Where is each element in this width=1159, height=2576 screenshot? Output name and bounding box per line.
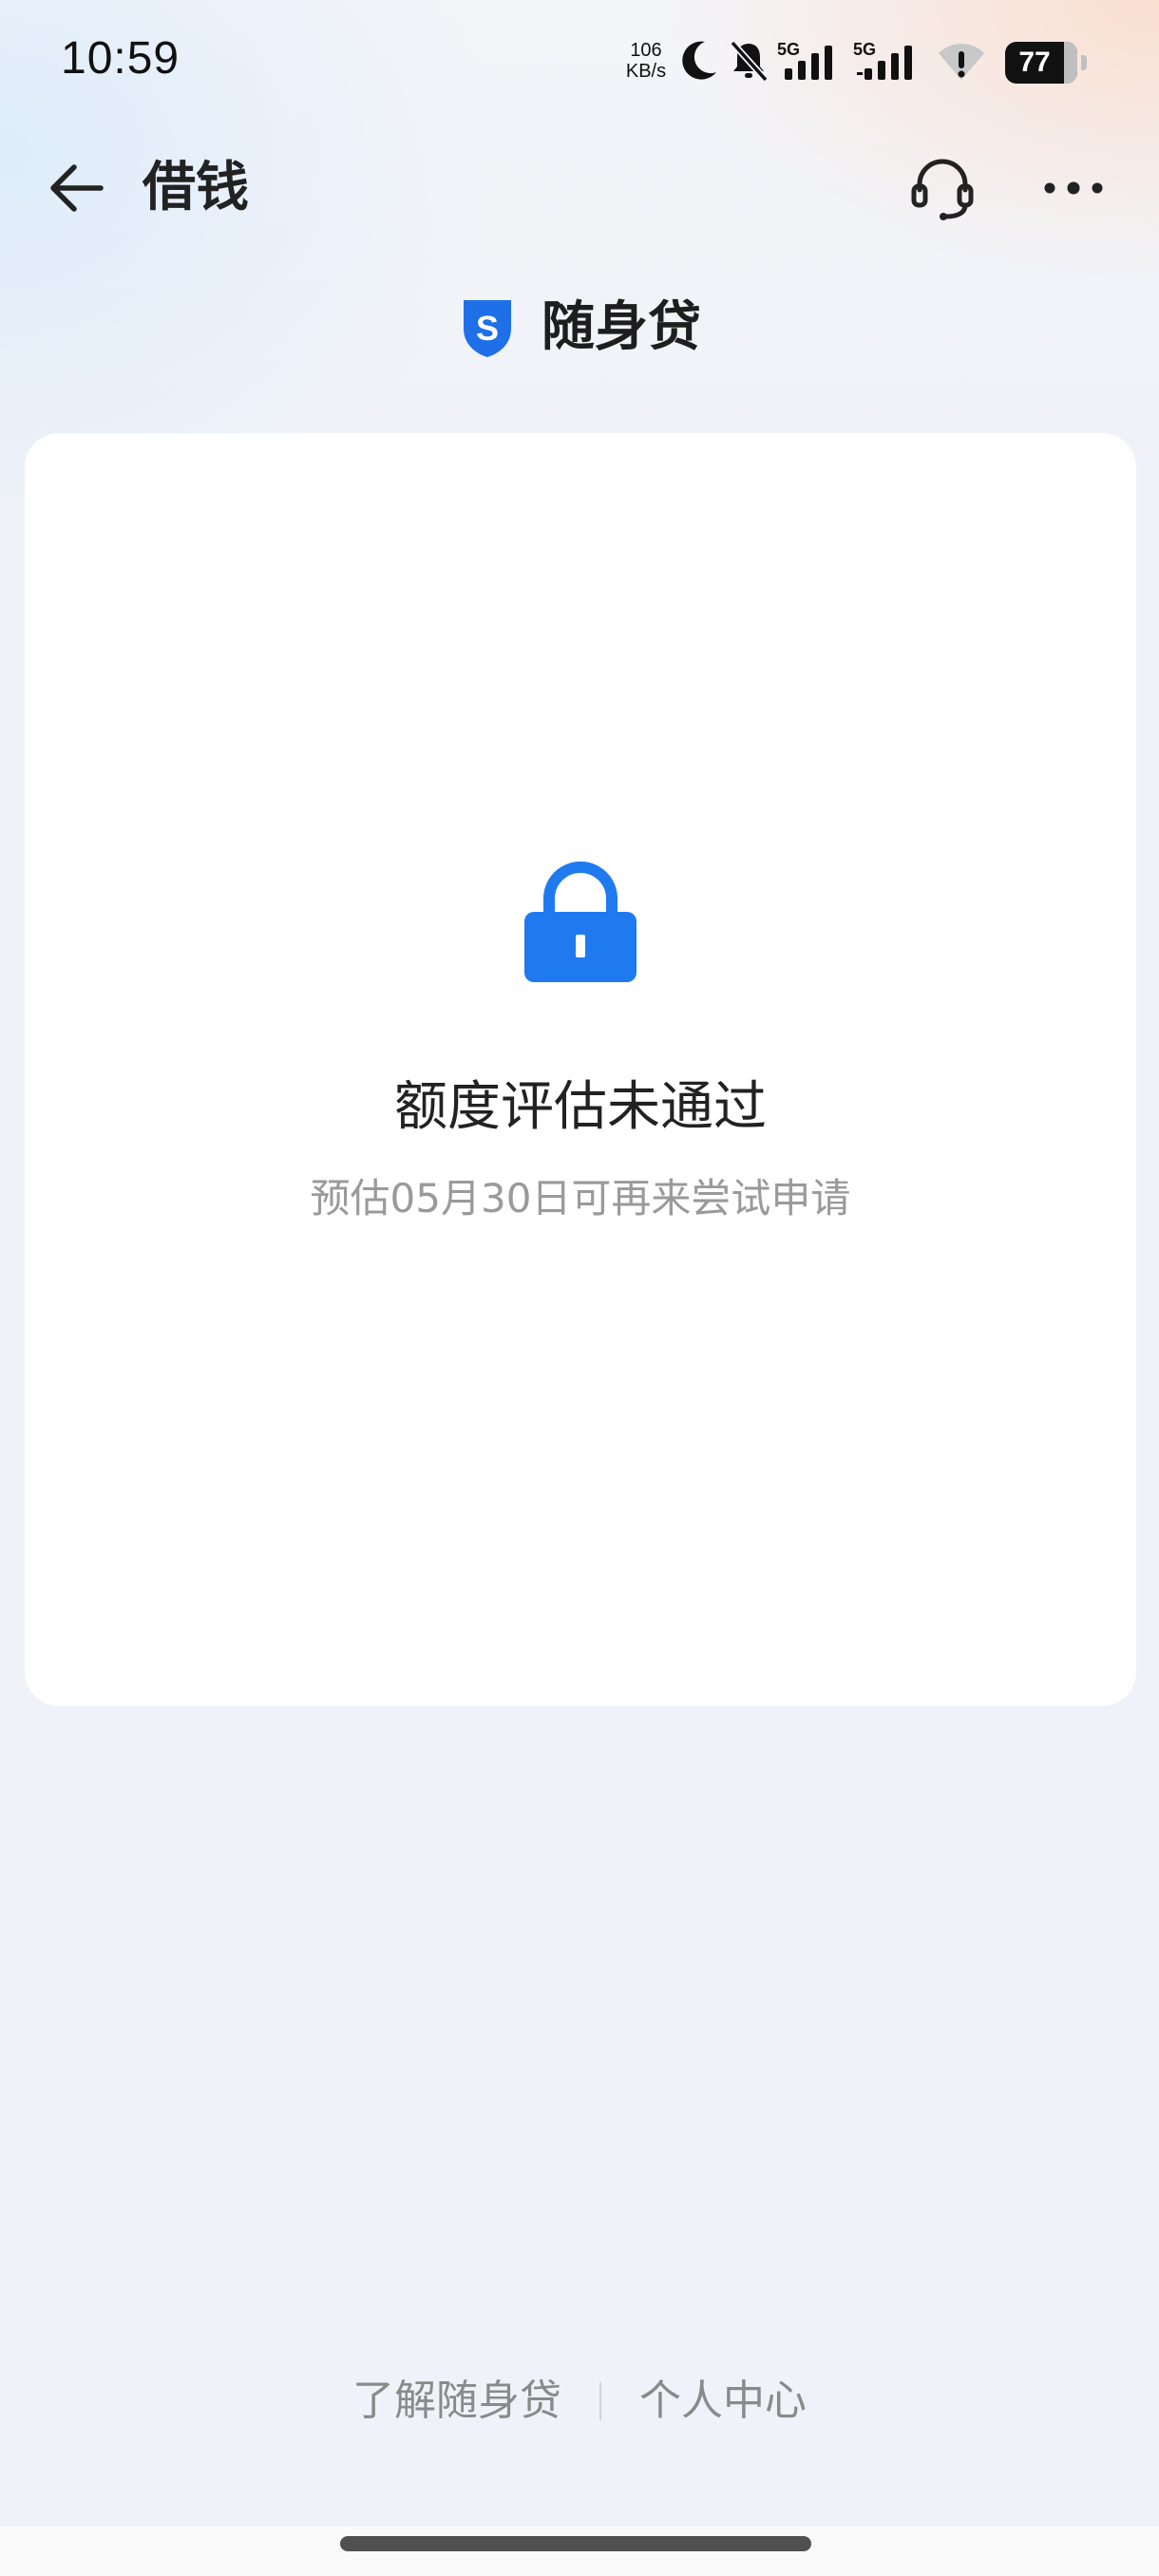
page-title: 借钱 — [142, 157, 249, 218]
shield-logo-icon: S — [464, 300, 511, 357]
result-subtitle: 预估05月30日可再来尝试申请 — [310, 1175, 851, 1222]
home-indicator[interactable] — [340, 2536, 811, 2551]
status-bar: 10:59 106 KB/s 5G 5G 77 — [0, 0, 1159, 123]
headset-icon — [911, 159, 974, 220]
battery-level: 77 — [1018, 47, 1051, 78]
more-icon — [1044, 181, 1103, 195]
personal-center-link[interactable]: 个人中心 — [639, 2363, 807, 2439]
brand-logo-letter: S — [476, 309, 499, 348]
result-title: 额度评估未通过 — [394, 1076, 767, 1138]
signal-icon — [857, 46, 912, 80]
back-button[interactable] — [38, 150, 114, 226]
customer-service-button[interactable] — [902, 148, 982, 228]
back-arrow-icon — [50, 164, 104, 212]
status-time: 10:59 — [61, 33, 180, 84]
result-card: 额度评估未通过 预估05月30日可再来尝试申请 — [25, 433, 1136, 1706]
product-brand: S 随身贷 — [0, 285, 1159, 370]
signal-icon — [785, 46, 832, 80]
app-header: 借钱 — [0, 133, 1159, 237]
footer-links: 了解随身贷 个人中心 — [0, 2363, 1159, 2439]
footer-divider — [599, 2382, 601, 2420]
network-speed-unit: KB/s — [625, 61, 667, 82]
bell-off-icon — [730, 40, 769, 83]
learn-more-link[interactable]: 了解随身贷 — [352, 2363, 561, 2439]
lock-icon — [524, 862, 636, 982]
battery-icon: 77 — [1005, 42, 1077, 84]
home-bar-area — [0, 2527, 1159, 2576]
network-speed: 106 KB/s — [618, 40, 674, 82]
brand-name: 随身贷 — [542, 296, 701, 358]
more-options-button[interactable] — [1036, 148, 1112, 228]
network-speed-value: 106 — [630, 40, 662, 61]
wifi-warning-icon — [939, 44, 984, 80]
moon-icon — [682, 41, 716, 80]
